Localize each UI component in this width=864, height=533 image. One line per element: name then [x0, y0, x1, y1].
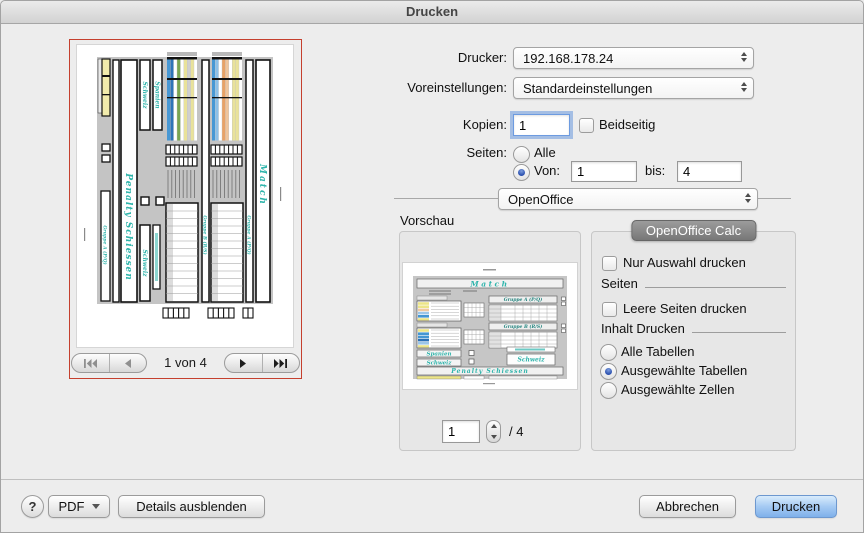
next-page-button[interactable]	[225, 354, 262, 372]
stepper-up-icon[interactable]	[487, 421, 500, 432]
help-button[interactable]: ?	[21, 495, 44, 518]
app-options-select-value: OpenOffice	[508, 192, 737, 207]
pages-to-label: bis:	[645, 162, 665, 180]
mini-gruppe-b-label: Gruppe B (R/S)	[504, 323, 542, 330]
thumb-match-label: Match	[257, 163, 267, 206]
calc-panel-tab: OpenOffice Calc	[631, 220, 756, 241]
sheet-mini-preview: Match Gruppe A (P/Q)	[403, 263, 577, 389]
mini-schweiz-left-label: Schweiz	[427, 360, 453, 366]
thumb-penalty-label: Penalty Schiessen	[123, 172, 133, 281]
first-page-icon	[84, 356, 97, 371]
page-thumbnail: Gruppe A (P/Q) Penalty Schiessen Schweiz…	[77, 45, 293, 347]
group-rule	[645, 287, 786, 288]
print-empty-pages-checkbox[interactable]	[602, 302, 617, 317]
popup-arrows-icon	[745, 193, 751, 203]
copies-label: Kopien:	[307, 114, 507, 136]
selected-cells-label[interactable]: Ausgewählte Zellen	[621, 380, 734, 399]
next-page-icon	[239, 356, 248, 371]
print-button[interactable]: Drucken	[755, 495, 837, 518]
pages-from-input[interactable]	[571, 161, 637, 182]
all-tables-label[interactable]: Alle Tabellen	[621, 342, 694, 361]
selected-tables-radio[interactable]	[600, 363, 617, 380]
thumbnail-panel: Gruppe A (P/Q) Penalty Schiessen Schweiz…	[69, 39, 302, 379]
stepper-down-icon[interactable]	[487, 432, 500, 443]
pages-to-input[interactable]	[677, 161, 742, 182]
printer-select-value: 192.168.178.24	[523, 51, 733, 66]
rotated-sheet-preview: Gruppe A (P/Q) Penalty Schiessen Schweiz…	[77, 45, 293, 347]
selected-tables-label[interactable]: Ausgewählte Tabellen	[621, 361, 747, 380]
mini-gruppe-a-label: Gruppe A (P/Q)	[504, 296, 542, 303]
thumb-schweiz-top-label: Schweiz	[141, 81, 148, 109]
pdf-menu-arrow-icon	[92, 504, 100, 509]
selected-cells-radio[interactable]	[600, 382, 617, 399]
cancel-button[interactable]: Abbrechen	[639, 495, 736, 518]
group-rule	[692, 332, 786, 333]
footer-divider	[1, 479, 863, 480]
app-options-select[interactable]: OpenOffice	[498, 188, 758, 210]
previous-page-icon	[123, 356, 132, 371]
print-selection-checkbox[interactable]	[602, 256, 617, 271]
last-page-icon	[274, 356, 287, 371]
vorschau-label: Vorschau	[400, 210, 454, 232]
pages-all-radio[interactable]	[513, 146, 530, 163]
thumb-gruppe-a-left-label: Gruppe A (P/Q)	[102, 225, 109, 264]
preview-page-input[interactable]	[442, 420, 480, 443]
pages-from-label[interactable]: Von:	[534, 162, 560, 180]
print-selection-label[interactable]: Nur Auswahl drucken	[623, 252, 746, 274]
print-empty-pages-label[interactable]: Leere Seiten drucken	[623, 298, 747, 320]
print-dialog-window: Drucken Gruppe A (P/Q)	[0, 0, 864, 533]
content-group-heading-label: Inhalt Drucken	[601, 321, 685, 336]
pages-group-heading-label: Seiten	[601, 276, 638, 291]
dialog-title: Drucken	[406, 4, 458, 19]
content-group-heading: Inhalt Drucken	[601, 321, 786, 336]
thumb-schweiz-bottom-label: Schweiz	[141, 249, 148, 277]
pdf-menu-label: PDF	[59, 499, 85, 514]
page-total-label: / 4	[509, 421, 523, 443]
hide-details-button[interactable]: Details ausblenden	[118, 495, 265, 518]
popup-arrows-icon	[741, 82, 747, 92]
first-page-button[interactable]	[72, 354, 109, 372]
printer-label: Drucker:	[307, 47, 507, 69]
page-stepper[interactable]	[486, 420, 501, 443]
printer-select[interactable]: 192.168.178.24	[513, 47, 754, 69]
calc-options-panel: OpenOffice Calc Nur Auswahl drucken Seit…	[591, 231, 796, 451]
pages-from-radio[interactable]	[513, 164, 530, 181]
mini-match-label: Match	[469, 279, 509, 288]
all-tables-radio[interactable]	[600, 344, 617, 361]
mini-page-preview: Match Gruppe A (P/Q)	[403, 263, 577, 389]
titlebar: Drucken	[1, 1, 863, 24]
duplex-checkbox-label[interactable]: Beidseitig	[599, 114, 655, 136]
pages-label: Seiten:	[307, 144, 507, 162]
thumb-spanien-label: Spanien	[154, 81, 161, 108]
copies-input[interactable]	[513, 114, 570, 136]
presets-label: Voreinstellungen:	[307, 77, 507, 99]
vorschau-panel: Match Gruppe A (P/Q)	[399, 231, 581, 451]
mini-spanien-label: Spanien	[427, 351, 452, 357]
presets-select[interactable]: Standardeinstellungen	[513, 77, 754, 99]
pdf-menu-button[interactable]: PDF	[48, 495, 110, 518]
popup-arrows-icon	[741, 52, 747, 62]
mini-schweiz-right-label: Schweiz	[517, 357, 545, 364]
pages-all-label[interactable]: Alle	[534, 144, 556, 162]
thumbnail-navigation: 1 von 4	[70, 353, 301, 375]
previous-page-button[interactable]	[109, 354, 147, 372]
thumb-gruppe-b-label: Gruppe B (R/S)	[202, 215, 209, 254]
thumb-gruppe-a-right-label: Gruppe A (P/Q)	[246, 215, 253, 254]
presets-select-value: Standardeinstellungen	[523, 81, 733, 96]
duplex-checkbox[interactable]	[579, 118, 594, 133]
mini-penalty-label: Penalty Schiessen	[450, 368, 528, 375]
last-page-button[interactable]	[262, 354, 300, 372]
pages-group-heading: Seiten	[601, 276, 786, 291]
